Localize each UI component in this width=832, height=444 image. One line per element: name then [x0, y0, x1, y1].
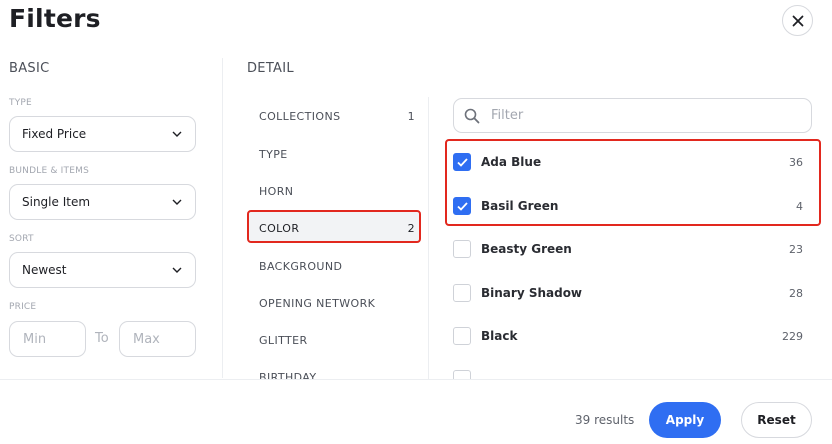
price-max-placeholder: Max — [133, 331, 160, 347]
type-select[interactable]: Fixed Price — [9, 116, 196, 152]
sort-select[interactable]: Newest — [9, 252, 196, 288]
checkbox[interactable] — [453, 284, 471, 302]
color-option-ada-blue[interactable]: Ada Blue 36 — [453, 152, 803, 172]
color-name: Ada Blue — [481, 155, 542, 169]
color-name: Basil Green — [481, 199, 559, 213]
footer-divider — [0, 379, 832, 380]
results-count: 39 results — [575, 413, 635, 427]
filter-search-input[interactable]: Filter — [453, 98, 812, 133]
color-option-basil-green[interactable]: Basil Green 4 — [453, 196, 803, 216]
reset-button[interactable]: Reset — [741, 402, 812, 438]
bundle-label: BUNDLE & ITEMS — [9, 166, 89, 176]
bundle-select-value: Single Item — [22, 195, 91, 209]
category-count: 2 — [407, 222, 415, 235]
check-icon — [456, 201, 468, 211]
category-label: HORN — [259, 185, 294, 198]
chevron-down-icon — [172, 131, 182, 137]
detail-divider — [428, 97, 429, 379]
color-count: 28 — [789, 286, 803, 300]
category-label: OPENING NETWORK — [259, 297, 376, 310]
category-glitter[interactable]: GLITTER — [259, 334, 415, 347]
checkbox[interactable] — [453, 370, 471, 379]
sort-select-value: Newest — [22, 263, 67, 277]
close-button[interactable] — [782, 5, 813, 36]
search-icon — [464, 108, 480, 123]
price-to-label: To — [95, 331, 109, 346]
checkbox[interactable] — [453, 153, 471, 171]
checkbox[interactable] — [453, 197, 471, 215]
apply-button[interactable]: Apply — [649, 402, 721, 438]
category-label: TYPE — [259, 148, 288, 161]
color-count: 4 — [796, 199, 803, 213]
type-label: TYPE — [9, 98, 32, 108]
color-option-black[interactable]: Black 229 — [453, 326, 803, 346]
category-type[interactable]: TYPE — [259, 148, 415, 161]
price-max-input[interactable]: Max — [119, 321, 196, 357]
category-color[interactable]: COLOR 2 — [259, 222, 415, 235]
category-collections[interactable]: COLLECTIONS 1 — [259, 110, 415, 123]
category-label: BIRTHDAY — [259, 371, 317, 379]
color-count: 23 — [789, 242, 803, 256]
color-name: Binary Shadow — [481, 286, 583, 300]
category-label: GLITTER — [259, 334, 308, 347]
type-select-value: Fixed Price — [22, 127, 87, 141]
filter-search-placeholder: Filter — [491, 108, 524, 123]
basic-heading: BASIC — [9, 61, 50, 76]
close-icon — [792, 15, 803, 26]
checkbox[interactable] — [453, 240, 471, 258]
column-divider — [222, 58, 223, 378]
category-background[interactable]: BACKGROUND — [259, 260, 415, 273]
detail-heading: DETAIL — [247, 61, 294, 76]
chevron-down-icon — [172, 199, 182, 205]
color-name: Beasty Green — [481, 242, 572, 256]
sort-label: SORT — [9, 234, 34, 244]
color-count: 36 — [789, 155, 803, 169]
category-birthday[interactable]: BIRTHDAY — [259, 371, 415, 379]
price-min-input[interactable]: Min — [9, 321, 86, 357]
color-count: 229 — [782, 329, 803, 343]
price-min-placeholder: Min — [23, 331, 47, 347]
bundle-select[interactable]: Single Item — [9, 184, 196, 220]
check-icon — [456, 157, 468, 167]
color-option-beasty-green[interactable]: Beasty Green 23 — [453, 239, 803, 259]
category-count: 1 — [407, 110, 415, 123]
price-label: PRICE — [9, 302, 37, 312]
color-name: Black — [481, 329, 518, 343]
category-label: COLOR — [259, 222, 300, 235]
category-horn[interactable]: HORN — [259, 185, 415, 198]
color-option-binary-shadow[interactable]: Binary Shadow 28 — [453, 283, 803, 303]
page-title: Filters — [9, 4, 101, 33]
category-label: BACKGROUND — [259, 260, 343, 273]
category-label: COLLECTIONS — [259, 110, 341, 123]
category-opening-network[interactable]: OPENING NETWORK — [259, 297, 415, 310]
checkbox[interactable] — [453, 327, 471, 345]
chevron-down-icon — [172, 267, 182, 273]
